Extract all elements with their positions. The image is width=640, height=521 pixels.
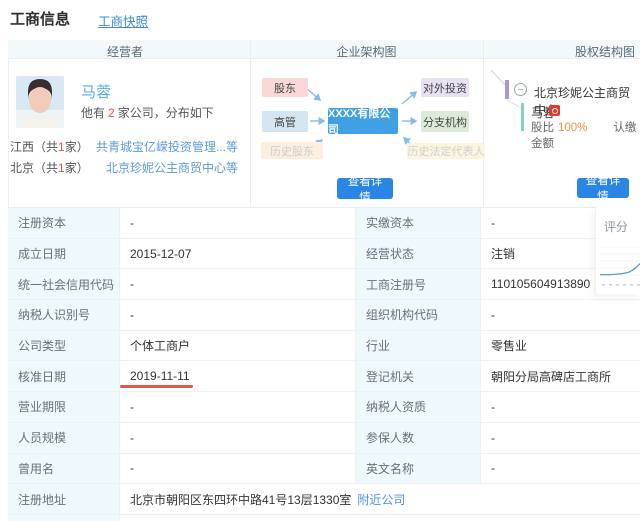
- field-value: 朝阳分局高碑店工商所: [481, 361, 640, 392]
- page-title: 工商信息: [10, 8, 70, 29]
- field-label: 经营状态: [356, 239, 481, 270]
- field-value: -: [481, 423, 640, 454]
- panel-header-operator: 经营者: [0, 43, 250, 60]
- field-label: 组织机构代码: [356, 300, 481, 331]
- score-popover: 评分: [595, 207, 640, 294]
- field-value: -: [120, 269, 356, 300]
- panel-divider: [483, 40, 484, 206]
- equity-child-bar: [521, 103, 524, 131]
- field-label: 纳税人资质: [356, 392, 481, 423]
- node-executives[interactable]: 高管: [262, 111, 308, 132]
- field-label: 注册资本: [8, 208, 120, 239]
- field-label: 行业: [356, 331, 481, 362]
- field-value: -: [120, 454, 356, 485]
- node-history-shareholders[interactable]: 历史股东: [261, 142, 323, 159]
- node-shareholders[interactable]: 股东: [262, 78, 308, 97]
- business-info-page: 工商信息 工商快照 经营者 企业架构图 股权结构图 马蓉 他有2家公司，分布如下…: [0, 0, 640, 521]
- node-history-legal-rep[interactable]: 历史法定代表人: [407, 143, 485, 159]
- field-label: 核准日期: [8, 361, 120, 392]
- operator-summary: 他有2家公司，分布如下: [81, 104, 214, 121]
- field-value: -: [120, 300, 356, 331]
- node-branches[interactable]: 分支机构: [421, 111, 469, 132]
- field-value: 个体工商户: [120, 331, 356, 362]
- address-text: 北京市朝阳区东四环中路41号13层1330室: [130, 491, 351, 508]
- equity-root-bar: [505, 80, 509, 99]
- field-label: 登记机关: [356, 361, 481, 392]
- equity-chart-detail-button[interactable]: 查看详情: [577, 178, 629, 198]
- panel-divider: [250, 40, 251, 206]
- region-row: 北京（共1家） 北京珍妮公主商贸中心等: [10, 159, 238, 176]
- region-label: 北京（共1家）: [10, 159, 89, 176]
- operator-name-link[interactable]: 马蓉: [81, 81, 111, 102]
- company-count: 2: [108, 106, 115, 120]
- field-label: 公司类型: [8, 331, 120, 362]
- collapse-minus-icon[interactable]: −: [514, 83, 527, 96]
- field-label: 实缴资本: [356, 208, 481, 239]
- field-label: 参保人数: [356, 423, 481, 454]
- controller-badge-icon: [549, 105, 560, 116]
- field-label: 曾用名: [8, 454, 120, 485]
- company-link[interactable]: 共青城宝亿嵘投资管理...等: [96, 138, 238, 155]
- field-value: -: [120, 423, 356, 454]
- business-info-table: 注册资本-实缴资本-成立日期2015-12-07经营状态注销统一社会信用代码-工…: [8, 207, 640, 515]
- region-label: 江西（共1家）: [10, 138, 89, 155]
- field-label: 成立日期: [8, 239, 120, 270]
- highlight-underline: [120, 385, 193, 388]
- field-label: 纳税人识别号: [8, 300, 120, 331]
- field-value: -: [120, 392, 356, 423]
- field-label-address: 注册地址: [8, 484, 120, 515]
- equity-ratio-line: 股比100%认缴金额: [531, 119, 640, 151]
- field-label: 统一社会信用代码: [8, 269, 120, 300]
- business-snapshot-link[interactable]: 工商快照: [98, 11, 148, 30]
- score-title: 评分: [604, 218, 628, 235]
- field-value: 2015-12-07: [120, 239, 356, 270]
- org-chart-detail-button[interactable]: 查看详情: [337, 178, 393, 199]
- field-label: 营业期限: [8, 392, 120, 423]
- score-sparkline-chart: [600, 241, 640, 289]
- operator-photo: [16, 76, 64, 128]
- company-link[interactable]: 北京珍妮公主商贸中心等: [106, 159, 238, 176]
- partial-next-row: [8, 515, 120, 521]
- node-company: XXXX有限公司: [328, 108, 398, 134]
- ratio-value: 100%: [558, 122, 587, 134]
- field-value: 零售业: [481, 331, 640, 362]
- field-label: 工商注册号: [356, 269, 481, 300]
- field-value: -: [481, 300, 640, 331]
- nearby-companies-link[interactable]: 附近公司: [357, 491, 405, 508]
- field-value: -: [120, 208, 356, 239]
- field-value-address: 北京市朝阳区东四环中路41号13层1330室附近公司: [120, 484, 640, 515]
- field-value: -: [481, 392, 640, 423]
- region-row: 江西（共1家） 共青城宝亿嵘投资管理...等: [10, 138, 238, 155]
- field-label: 英文名称: [356, 454, 481, 485]
- node-outbound-investments[interactable]: 对外投资: [421, 78, 469, 97]
- field-value: 2019-11-11: [120, 361, 356, 392]
- field-value: -: [481, 454, 640, 485]
- field-label: 人员规模: [8, 423, 120, 454]
